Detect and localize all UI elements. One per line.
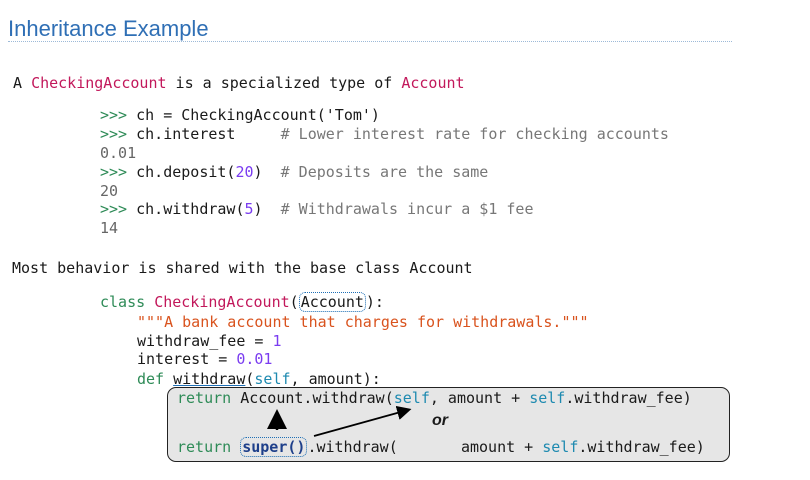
intro-sentence: A CheckingAccount is a specialized type … (13, 74, 465, 92)
class-header: class CheckingAccount(Account): (100, 292, 384, 312)
session-comment: # Deposits are the same (280, 163, 489, 181)
session-number: 20 (235, 163, 254, 181)
def-line: def withdraw(self, amount): (137, 370, 381, 388)
self-param: self (254, 370, 291, 388)
session-code: ch.withdraw( (127, 200, 245, 218)
session-line-2: >>> ch.interest # Lower interest rate fo… (100, 125, 669, 143)
attr-value: 1 (272, 332, 282, 350)
keyword-return: return (177, 389, 232, 407)
session-code: ch.deposit( (127, 163, 236, 181)
return-line-1: return Account.withdraw(self, amount + s… (177, 389, 692, 407)
self-ref: self (529, 389, 566, 407)
method-name: withdraw (173, 370, 246, 388)
interest-line: interest = 0.01 (137, 350, 272, 368)
intro-class-checkingaccount: CheckingAccount (31, 74, 167, 92)
docstring: """A bank account that charges for withd… (137, 313, 589, 331)
attr-value: 0.01 (236, 350, 273, 368)
keyword-class: class (100, 293, 146, 311)
prompt: >>> (100, 106, 128, 124)
title-divider (8, 41, 732, 42)
session-line-1: >>> ch = CheckingAccount('Tom') (100, 106, 380, 124)
session-comment: # Lower interest rate for checking accou… (280, 125, 669, 143)
class-name: CheckingAccount (154, 293, 290, 311)
return-line-2: return super() .withdraw( amount + self.w… (177, 437, 705, 457)
return-code: .withdraw_fee) (565, 389, 692, 407)
prompt: >>> (100, 200, 128, 218)
super-call-highlight: super() (240, 437, 308, 457)
session-code: ) (253, 200, 281, 218)
params-rest: , amount): (290, 370, 381, 388)
session-line-4: >>> ch.withdraw(5) # Withdrawals incur a… (100, 200, 534, 218)
session-comment: # Withdrawals incur a $1 fee (280, 200, 534, 218)
intro-class-account: Account (401, 74, 465, 92)
return-code: , amount + (429, 389, 530, 407)
session-number: 5 (244, 200, 254, 218)
session-code: ) (253, 163, 281, 181)
session-output-2: 20 (100, 182, 119, 200)
slide-title: Inheritance Example (8, 16, 209, 41)
shared-behavior-text: Most behavior is shared with the base cl… (12, 259, 473, 277)
base-class-highlight: Account (298, 292, 366, 312)
attr-name: withdraw_fee = (137, 332, 273, 350)
attr-name: interest = (137, 350, 237, 368)
keyword-return: return (177, 438, 232, 456)
keyword-def: def (137, 370, 165, 388)
or-label: or (432, 412, 448, 429)
prompt: >>> (100, 163, 128, 181)
return-code: Account.withdraw( (231, 389, 394, 407)
return-code: .withdraw_fee) (578, 438, 705, 456)
session-output-1: 0.01 (100, 144, 137, 162)
intro-text-1: A (13, 74, 32, 92)
session-line-3: >>> ch.deposit(20) # Deposits are the sa… (100, 163, 488, 181)
return-code: .withdraw( amount + (307, 438, 543, 456)
session-code: ch.interest (127, 125, 281, 143)
intro-text-2: is a specialized type of (166, 74, 402, 92)
self-ref: self (393, 389, 430, 407)
prompt: >>> (100, 125, 128, 143)
withdraw-fee-line: withdraw_fee = 1 (137, 332, 282, 350)
self-ref: self (542, 438, 579, 456)
session-code: ch = CheckingAccount('Tom') (127, 106, 380, 124)
session-output-3: 14 (100, 219, 119, 237)
